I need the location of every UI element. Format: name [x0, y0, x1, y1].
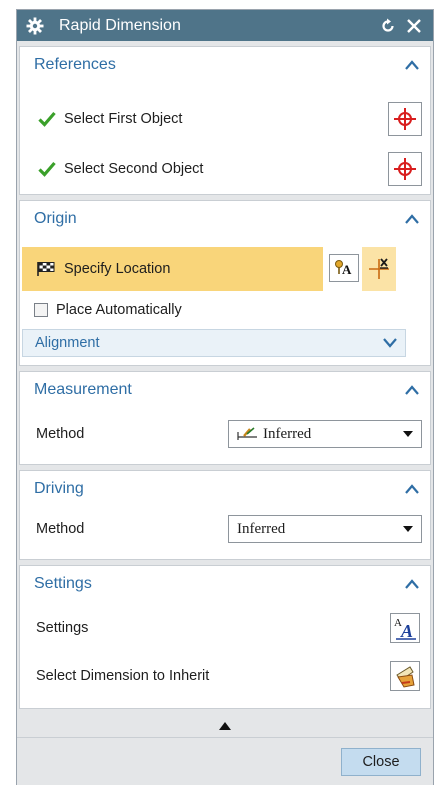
measurement-method-row: Method Inferred [20, 418, 430, 450]
place-automatically-label: Place Automatically [56, 302, 182, 318]
method-label: Method [36, 426, 85, 442]
origin-section: Origin Specify Location A Place Automati… [19, 200, 431, 366]
dropdown-arrow-icon [403, 526, 413, 532]
inferred-dimension-icon [237, 427, 257, 440]
reset-icon[interactable] [377, 15, 399, 37]
chevron-up-icon[interactable] [404, 481, 420, 497]
inherit-button[interactable] [390, 661, 420, 691]
dropdown-arrow-icon [403, 431, 413, 437]
driving-method-row: Method Inferred [20, 513, 430, 545]
section-title: Measurement [34, 380, 132, 398]
title-bar[interactable]: Rapid Dimension [17, 10, 433, 41]
chevron-up-icon[interactable] [404, 576, 420, 592]
section-title: References [34, 55, 116, 73]
triangle-up-icon [219, 722, 231, 730]
svg-text:A: A [400, 621, 413, 641]
select-first-object-button[interactable] [388, 102, 422, 136]
checkmark-icon [38, 161, 56, 177]
text-style-icon: A A [394, 617, 416, 641]
chevron-down-icon [383, 338, 397, 348]
collapse-toggle[interactable] [17, 716, 433, 736]
references-section: References Select First Object Select Se… [19, 46, 431, 195]
measurement-header[interactable]: Measurement [20, 372, 430, 407]
alignment-label: Alignment [35, 335, 100, 351]
select-second-object-button[interactable] [388, 152, 422, 186]
point-cross-icon [369, 258, 389, 279]
settings-section: Settings Settings A A Select Dimension t… [19, 565, 431, 709]
gear-icon [25, 16, 45, 36]
section-title: Settings [34, 574, 92, 592]
rapid-dimension-dialog: Rapid Dimension References Select First … [16, 9, 434, 785]
measurement-method-value: Inferred [263, 425, 312, 442]
close-icon[interactable] [403, 15, 425, 37]
driving-header[interactable]: Driving [20, 471, 430, 506]
checkered-flag-icon [37, 262, 55, 276]
annotation-placement-button[interactable]: A [329, 254, 359, 282]
select-dimension-inherit-row: Select Dimension to Inherit [20, 658, 430, 694]
driving-section: Driving Method Inferred [19, 470, 431, 560]
settings-button[interactable]: A A [390, 613, 420, 643]
select-second-object-row[interactable]: Select Second Object [20, 149, 430, 189]
svg-text:A: A [342, 262, 352, 277]
section-title: Driving [34, 479, 84, 497]
dialog-title: Rapid Dimension [59, 16, 181, 34]
driving-method-value: Inferred [237, 520, 286, 537]
inherit-brush-icon [396, 666, 415, 688]
close-button[interactable]: Close [341, 748, 421, 776]
chevron-up-icon[interactable] [404, 382, 420, 398]
measurement-section: Measurement Method Inferred [19, 371, 431, 465]
origin-header[interactable]: Origin [20, 201, 430, 236]
chevron-up-icon[interactable] [404, 211, 420, 227]
references-header[interactable]: References [20, 47, 430, 82]
measurement-method-select[interactable]: Inferred [228, 420, 422, 448]
footer-divider [17, 737, 433, 738]
settings-label: Settings [36, 620, 89, 636]
driving-method-select[interactable]: Inferred [228, 515, 422, 543]
annotation-pin-icon: A [335, 260, 352, 277]
place-automatically-checkbox[interactable] [34, 303, 48, 317]
select-first-object-label: Select First Object [64, 111, 183, 127]
specify-location-label: Specify Location [64, 261, 171, 277]
crosshair-icon [394, 158, 416, 180]
select-second-object-label: Select Second Object [64, 161, 204, 177]
settings-row: Settings A A [20, 610, 430, 646]
method-label: Method [36, 521, 85, 537]
chevron-up-icon[interactable] [404, 57, 420, 73]
place-automatically-row[interactable]: Place Automatically [20, 297, 430, 323]
checkmark-icon [38, 111, 56, 127]
settings-header[interactable]: Settings [20, 566, 430, 601]
select-first-object-row[interactable]: Select First Object [20, 99, 430, 139]
section-title: Origin [34, 209, 77, 227]
crosshair-icon [394, 108, 416, 130]
select-dimension-inherit-label: Select Dimension to Inherit [36, 668, 210, 684]
origin-tool-button[interactable] [362, 247, 396, 291]
alignment-group[interactable]: Alignment [22, 329, 406, 357]
specify-location-row[interactable]: Specify Location [22, 247, 323, 291]
